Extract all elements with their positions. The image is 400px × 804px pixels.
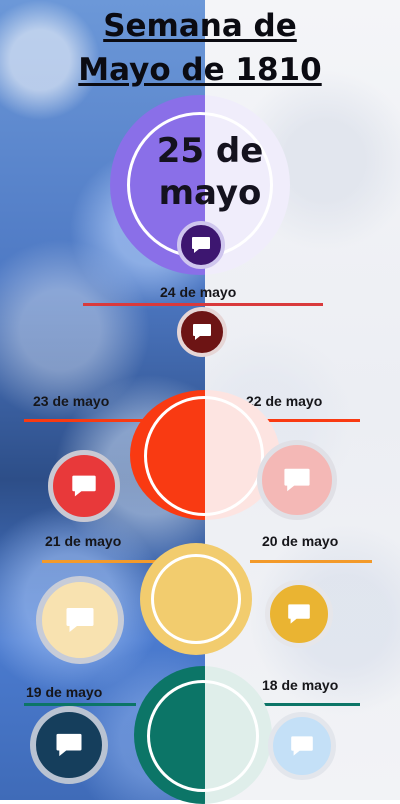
date-label-18-mayo: 18 de mayo: [262, 677, 339, 693]
chat-bubble-icon: [56, 733, 82, 757]
chat-button-18-mayo[interactable]: [268, 712, 336, 780]
circle-23-22-mayo-ring: [144, 396, 264, 516]
chat-button-21-mayo[interactable]: [36, 576, 124, 664]
chat-bubble-icon: [72, 475, 96, 497]
chat-bubble-icon: [193, 324, 211, 340]
timeline-line-24-mayo: [83, 303, 323, 306]
date-label-23-mayo: 23 de mayo: [33, 393, 110, 409]
circle-21-20-mayo-ring: [151, 554, 241, 644]
chat-bubble-icon: [66, 608, 94, 632]
chat-button-22-mayo[interactable]: [257, 440, 337, 520]
page-title: Semana de Mayo de 1810: [78, 8, 322, 88]
timeline-line-19-mayo: [24, 703, 136, 706]
circle-19-18-mayo-ring: [147, 680, 259, 792]
chat-button-25-mayo[interactable]: [177, 221, 225, 269]
chat-bubble-icon: [284, 468, 310, 492]
date-label-24-mayo: 24 de mayo: [160, 284, 237, 300]
chat-bubble-icon: [291, 736, 313, 756]
chat-bubble-icon: [192, 237, 210, 253]
main-date-label: 25 de mayo: [156, 131, 264, 213]
chat-bubble-icon: [288, 604, 310, 624]
chat-button-24-mayo[interactable]: [177, 307, 227, 357]
chat-button-20-mayo[interactable]: [265, 580, 333, 648]
date-label-21-mayo: 21 de mayo: [45, 533, 122, 549]
timeline-line-20-mayo: [250, 560, 372, 563]
date-label-20-mayo: 20 de mayo: [262, 533, 339, 549]
chat-button-23-mayo[interactable]: [48, 450, 120, 522]
chat-button-19-mayo[interactable]: [30, 706, 108, 784]
date-label-19-mayo: 19 de mayo: [26, 684, 103, 700]
